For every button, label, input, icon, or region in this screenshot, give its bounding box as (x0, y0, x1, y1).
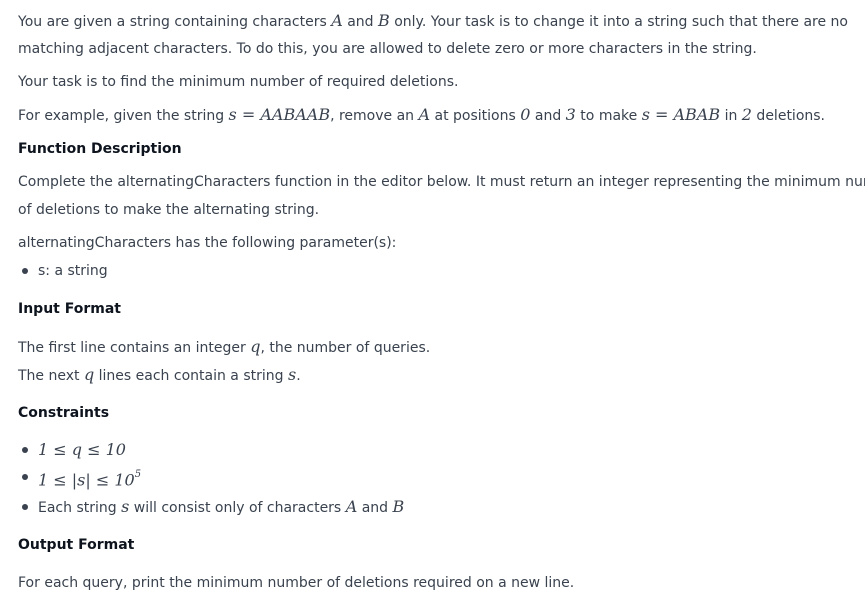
math-eq-1: s = AABAAB (228, 105, 331, 124)
math-var-b: B (378, 11, 390, 30)
math-var-q: q (250, 337, 261, 356)
example-text: and (530, 108, 566, 124)
input-text: The first line contains an integer (18, 340, 251, 356)
output-format-heading: Output Format (18, 537, 135, 553)
input-text: , the number of queries. (260, 340, 431, 356)
constraint-text: Each string (38, 500, 122, 516)
constraint-text: 1 ≤ |s| ≤ 10 (38, 470, 135, 490)
input-text: The next (18, 368, 84, 384)
task-text: Your task is to find the minimum number … (18, 74, 459, 90)
math-var-a: A (331, 11, 343, 30)
example-text: in (720, 108, 742, 124)
intro-text-2: only. Your task is to change it into a s… (389, 14, 848, 30)
input-format-heading: Input Format (18, 301, 121, 317)
math-pos-3: 3 (565, 105, 576, 124)
input-format-line-1: The first line contains an integer q, th… (18, 337, 430, 358)
example-text: to make (575, 108, 642, 124)
math-var-a: A (418, 105, 431, 124)
constraint-s-length: 1 ≤ |s| ≤ 105 (38, 467, 141, 490)
constraint-text: will consist only of characters (129, 500, 346, 516)
function-description-line-1: Complete the alternatingCharacters funct… (18, 174, 865, 190)
math-pos-0: 0 (520, 105, 531, 124)
intro-text: You are given a string containing charac… (18, 14, 332, 30)
constraint-q: 1 ≤ q ≤ 10 (38, 440, 126, 459)
constraints-heading: Constraints (18, 405, 110, 421)
intro-line-2: matching adjacent characters. To do this… (18, 41, 757, 57)
input-format-line-2: The next q lines each contain a string s… (18, 365, 301, 386)
bullet-icon (22, 504, 28, 510)
intro-and: and (342, 14, 379, 30)
bullet-icon (22, 268, 28, 274)
math-count: 2 (741, 105, 752, 124)
input-text: . (296, 368, 301, 384)
intro-line-1: You are given a string containing charac… (18, 11, 848, 32)
example-text: at positions (430, 108, 521, 124)
params-intro: alternatingCharacters has the following … (18, 235, 397, 251)
example-prefix: For example, given the string (18, 108, 229, 124)
example-text: , remove an (330, 108, 419, 124)
math-var-s: s (287, 365, 297, 384)
constraint-chars: Each string s will consist only of chara… (38, 497, 404, 518)
math-var-a: A (345, 497, 358, 516)
function-description-heading: Function Description (18, 141, 182, 157)
input-text: lines each contain a string (94, 368, 288, 384)
bullet-icon (22, 474, 28, 480)
constraint-exponent: 5 (134, 469, 142, 480)
math-var-b: B (392, 497, 405, 516)
bullet-icon (22, 447, 28, 453)
math-eq-2: s = ABAB (641, 105, 721, 124)
math-var-q: q (83, 365, 95, 384)
example-suffix: deletions. (751, 108, 825, 124)
example-line: For example, given the string s = AABAAB… (18, 105, 825, 126)
constraint-text: and (357, 500, 393, 516)
output-format-line: For each query, print the minimum number… (18, 575, 575, 591)
function-description-line-2: of deletions to make the alternating str… (18, 202, 320, 218)
param-item: s: a string (38, 263, 108, 279)
